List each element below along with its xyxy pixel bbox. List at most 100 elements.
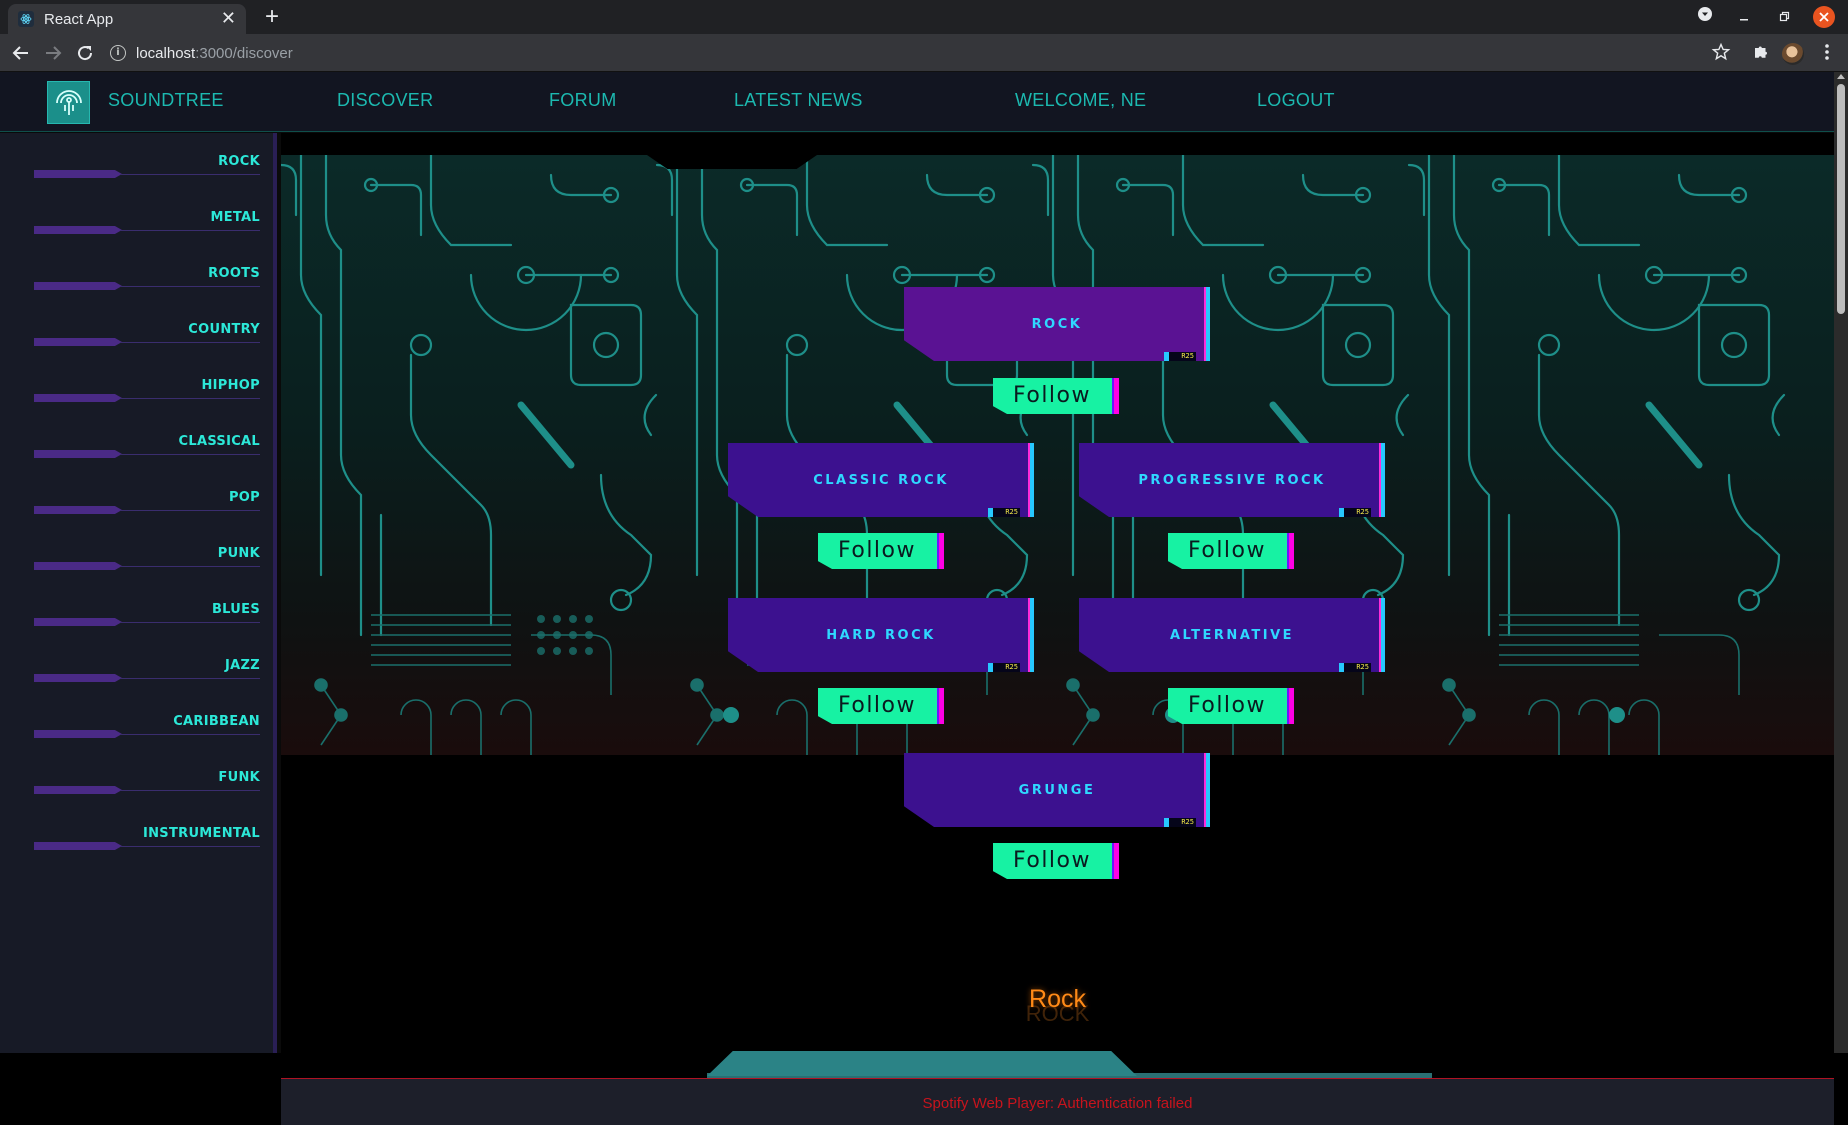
follow-button-rock[interactable]: Follow bbox=[993, 378, 1119, 414]
current-genre-title: Rock bbox=[1029, 985, 1086, 1013]
tab-search-icon[interactable] bbox=[1697, 6, 1713, 28]
sidebar-item-label: INSTRUMENTAL bbox=[142, 826, 260, 841]
window-close-icon[interactable] bbox=[1813, 6, 1835, 28]
nav-brand[interactable]: SOUNDTREE bbox=[108, 90, 224, 111]
sidebar-item-pop[interactable]: POP bbox=[34, 490, 260, 514]
sidebar-item-bar bbox=[34, 338, 122, 346]
sidebar-item-line bbox=[120, 286, 260, 287]
sidebar-item-metal[interactable]: METAL bbox=[34, 210, 260, 234]
follow-button-label: Follow bbox=[1012, 848, 1091, 873]
genre-card-tag: R25 bbox=[1339, 508, 1371, 517]
genre-card-edge bbox=[1381, 598, 1385, 672]
sidebar-item-caribbean[interactable]: CARIBBEAN bbox=[34, 714, 260, 738]
genre-card-label: ALTERNATIVE bbox=[1169, 627, 1295, 643]
star-icon[interactable] bbox=[1710, 42, 1732, 64]
genre-card-rock[interactable]: ROCK R25 bbox=[904, 287, 1210, 361]
browser-tabbar: React App ✕ + bbox=[0, 0, 1848, 34]
sidebar-item-label: COUNTRY bbox=[188, 322, 260, 337]
genre-card-tag: R25 bbox=[1164, 352, 1196, 361]
genre-card-tag: R25 bbox=[988, 663, 1020, 672]
genre-card-edge bbox=[1206, 753, 1210, 827]
follow-button-label: Follow bbox=[1012, 383, 1091, 408]
follow-button-edge bbox=[1287, 688, 1294, 724]
follow-button-classic-rock[interactable]: Follow bbox=[818, 533, 944, 569]
genre-card-hard-rock[interactable]: HARD ROCK R25 bbox=[728, 598, 1034, 672]
new-tab-button[interactable]: + bbox=[258, 4, 286, 32]
follow-button-label: Follow bbox=[1187, 693, 1266, 718]
circuit-board-background bbox=[281, 155, 1834, 755]
nav-latest-news[interactable]: LATEST NEWS bbox=[734, 90, 863, 111]
genre-card-classic-rock[interactable]: CLASSIC ROCK R25 bbox=[728, 443, 1034, 517]
nav-welcome-user: WELCOME, NE bbox=[1015, 90, 1147, 110]
browser-tab[interactable]: React App ✕ bbox=[8, 4, 246, 34]
reload-icon[interactable] bbox=[72, 40, 98, 66]
follow-button-edge bbox=[937, 533, 944, 569]
follow-button-alternative[interactable]: Follow bbox=[1168, 688, 1294, 724]
follow-button-edge bbox=[1287, 533, 1294, 569]
sidebar-item-label: ROOTS bbox=[208, 266, 260, 281]
sidebar-item-label: CARIBBEAN bbox=[173, 714, 260, 729]
sidebar-item-bar bbox=[34, 450, 122, 458]
avatar[interactable] bbox=[1782, 43, 1804, 65]
sidebar-item-country[interactable]: COUNTRY bbox=[34, 322, 260, 346]
sidebar-item-line bbox=[120, 846, 260, 847]
page-scrollbar[interactable] bbox=[1834, 72, 1848, 1053]
puzzle-icon[interactable] bbox=[1750, 42, 1772, 64]
nav-discover[interactable]: DISCOVER bbox=[337, 90, 433, 111]
sidebar-item-label: METAL bbox=[210, 210, 260, 225]
soundtree-logo-icon[interactable] bbox=[47, 81, 90, 124]
sidebar-item-bar bbox=[34, 506, 122, 514]
nav-logout[interactable]: LOGOUT bbox=[1257, 90, 1335, 111]
genre-card-edge bbox=[1030, 598, 1034, 672]
genre-card-tag: R25 bbox=[1339, 663, 1371, 672]
minimize-icon[interactable] bbox=[1734, 6, 1754, 28]
follow-button-edge bbox=[1112, 378, 1119, 414]
sidebar-item-rock[interactable]: ROCK bbox=[34, 154, 260, 178]
genre-card-label: ROCK bbox=[1031, 316, 1083, 332]
app-header: SOUNDTREE DISCOVER FORUM LATEST NEWS WEL… bbox=[0, 72, 1834, 132]
sidebar-item-roots[interactable]: ROOTS bbox=[34, 266, 260, 290]
sidebar-item-bar bbox=[34, 842, 122, 850]
sidebar-item-punk[interactable]: PUNK bbox=[34, 546, 260, 570]
sidebar-item-line bbox=[120, 174, 260, 175]
sidebar-item-line bbox=[120, 734, 260, 735]
player-status-message: Spotify Web Player: Authentication faile… bbox=[922, 1095, 1193, 1112]
arrow-left-icon[interactable] bbox=[8, 40, 34, 66]
scroll-thumb[interactable] bbox=[1837, 84, 1845, 314]
discover-main: ROCK R25 Follow CLASSIC ROCK R25 Follow … bbox=[281, 133, 1834, 1125]
genre-card-tag: R25 bbox=[988, 508, 1020, 517]
kebab-menu-icon[interactable] bbox=[1816, 42, 1838, 64]
sidebar-item-line bbox=[120, 566, 260, 567]
follow-button-hard-rock[interactable]: Follow bbox=[818, 688, 944, 724]
player-progress-fill[interactable] bbox=[707, 1051, 1137, 1076]
scroll-up-arrow-icon[interactable] bbox=[1837, 74, 1845, 79]
info-icon[interactable]: i bbox=[110, 45, 126, 61]
genre-card-edge bbox=[1206, 287, 1210, 361]
genre-card-progressive-rock[interactable]: PROGRESSIVE ROCK R25 bbox=[1079, 443, 1385, 517]
address-bar[interactable]: i localhost:3000/discover bbox=[110, 38, 1730, 68]
url-host: localhost bbox=[136, 44, 196, 62]
genre-card-edge bbox=[1030, 443, 1034, 517]
sidebar-item-funk[interactable]: FUNK bbox=[34, 770, 260, 794]
sidebar-item-label: HIPHOP bbox=[201, 378, 260, 393]
restore-icon[interactable] bbox=[1774, 6, 1794, 28]
follow-button-grunge[interactable]: Follow bbox=[993, 843, 1119, 879]
sidebar-item-bar bbox=[34, 674, 122, 682]
nav-forum[interactable]: FORUM bbox=[549, 90, 617, 111]
sidebar-item-instrumental[interactable]: INSTRUMENTAL bbox=[34, 826, 260, 850]
follow-button-edge bbox=[937, 688, 944, 724]
sidebar-item-bar bbox=[34, 562, 122, 570]
genre-card-label: GRUNGE bbox=[1018, 782, 1096, 798]
board-notch bbox=[647, 155, 817, 169]
sidebar-item-bar bbox=[34, 226, 122, 234]
sidebar-item-blues[interactable]: BLUES bbox=[34, 602, 260, 626]
arrow-right-icon[interactable] bbox=[40, 40, 66, 66]
genre-card-alternative[interactable]: ALTERNATIVE R25 bbox=[1079, 598, 1385, 672]
sidebar-item-hiphop[interactable]: HIPHOP bbox=[34, 378, 260, 402]
sidebar-item-classical[interactable]: CLASSICAL bbox=[34, 434, 260, 458]
genre-card-grunge[interactable]: GRUNGE R25 bbox=[904, 753, 1210, 827]
sidebar-item-jazz[interactable]: JAZZ bbox=[34, 658, 260, 682]
tab-close-icon[interactable]: ✕ bbox=[221, 10, 236, 28]
follow-button-progressive-rock[interactable]: Follow bbox=[1168, 533, 1294, 569]
sidebar-item-label: PUNK bbox=[217, 546, 260, 561]
